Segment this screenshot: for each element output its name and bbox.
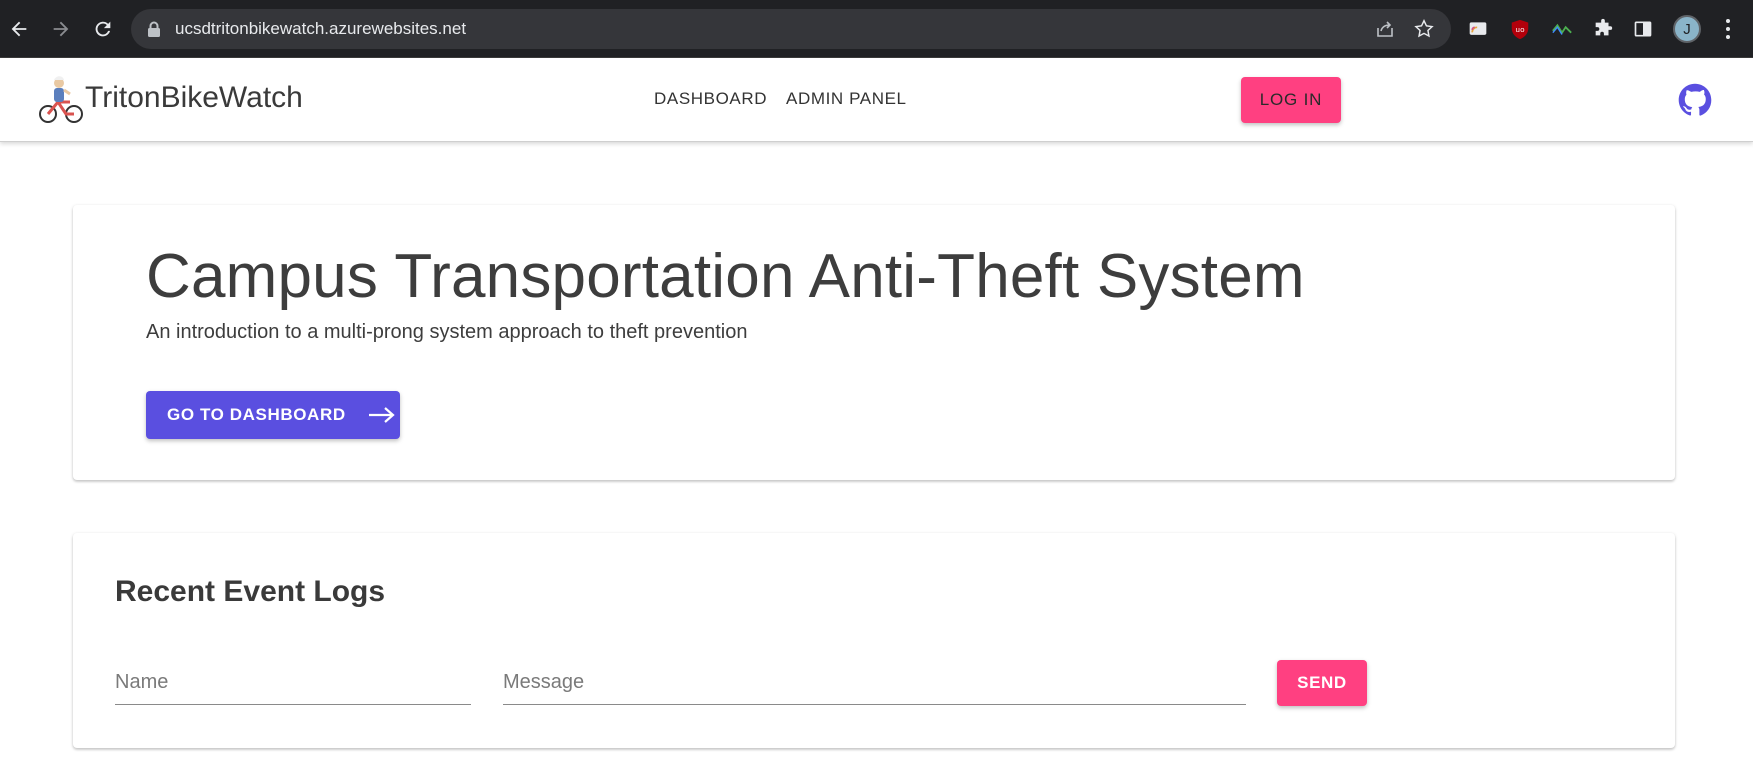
- nav-dashboard[interactable]: DASHBOARD: [654, 89, 767, 109]
- app-header: TritonBikeWatch DASHBOARD ADMIN PANEL LO…: [0, 58, 1753, 142]
- extension-icon[interactable]: [1591, 17, 1615, 41]
- back-icon[interactable]: [5, 15, 33, 43]
- page-subtitle: An introduction to a multi-prong system …: [146, 321, 748, 343]
- star-icon[interactable]: [1413, 18, 1435, 40]
- nav-admin-panel[interactable]: ADMIN PANEL: [786, 89, 907, 109]
- forward-icon[interactable]: [47, 15, 75, 43]
- page-title: Campus Transportation Anti-Theft System: [146, 242, 1305, 311]
- github-icon[interactable]: [1678, 83, 1712, 117]
- url-text: ucsdtritonbikewatch.azurewebsites.net: [175, 19, 467, 38]
- message-field: [503, 661, 1246, 705]
- go-to-dashboard-label: GO TO DASHBOARD: [167, 405, 346, 424]
- wave-extension-icon[interactable]: [1550, 17, 1574, 41]
- send-button[interactable]: SEND: [1277, 660, 1367, 706]
- ublock-icon[interactable]: uo: [1508, 17, 1532, 41]
- event-logs-title: Recent Event Logs: [115, 575, 386, 608]
- name-field: [115, 661, 471, 705]
- browser-toolbar: ucsdtritonbikewatch.azurewebsites.net uo…: [0, 0, 1753, 58]
- profile-avatar[interactable]: J: [1673, 15, 1701, 43]
- side-panel-icon[interactable]: [1631, 17, 1655, 41]
- logo-icon[interactable]: [38, 74, 84, 124]
- message-input[interactable]: [503, 661, 1246, 704]
- cast-extension-icon[interactable]: [1466, 17, 1490, 41]
- svg-text:uo: uo: [1515, 25, 1525, 34]
- share-icon[interactable]: [1375, 19, 1395, 39]
- hero-card: Campus Transportation Anti-Theft System …: [73, 205, 1675, 480]
- address-bar[interactable]: ucsdtritonbikewatch.azurewebsites.net: [131, 9, 1451, 49]
- brand-name[interactable]: TritonBikeWatch: [85, 81, 303, 115]
- name-input[interactable]: [115, 661, 471, 704]
- arrow-right-icon: [368, 407, 395, 423]
- more-icon[interactable]: [1720, 15, 1736, 43]
- event-logs-card: Recent Event Logs SEND: [73, 533, 1675, 748]
- lock-icon[interactable]: [147, 21, 161, 37]
- login-button[interactable]: LOG IN: [1241, 77, 1341, 123]
- reload-icon[interactable]: [89, 15, 117, 43]
- profile-initial: J: [1683, 20, 1691, 38]
- go-to-dashboard-button[interactable]: GO TO DASHBOARD: [146, 391, 400, 439]
